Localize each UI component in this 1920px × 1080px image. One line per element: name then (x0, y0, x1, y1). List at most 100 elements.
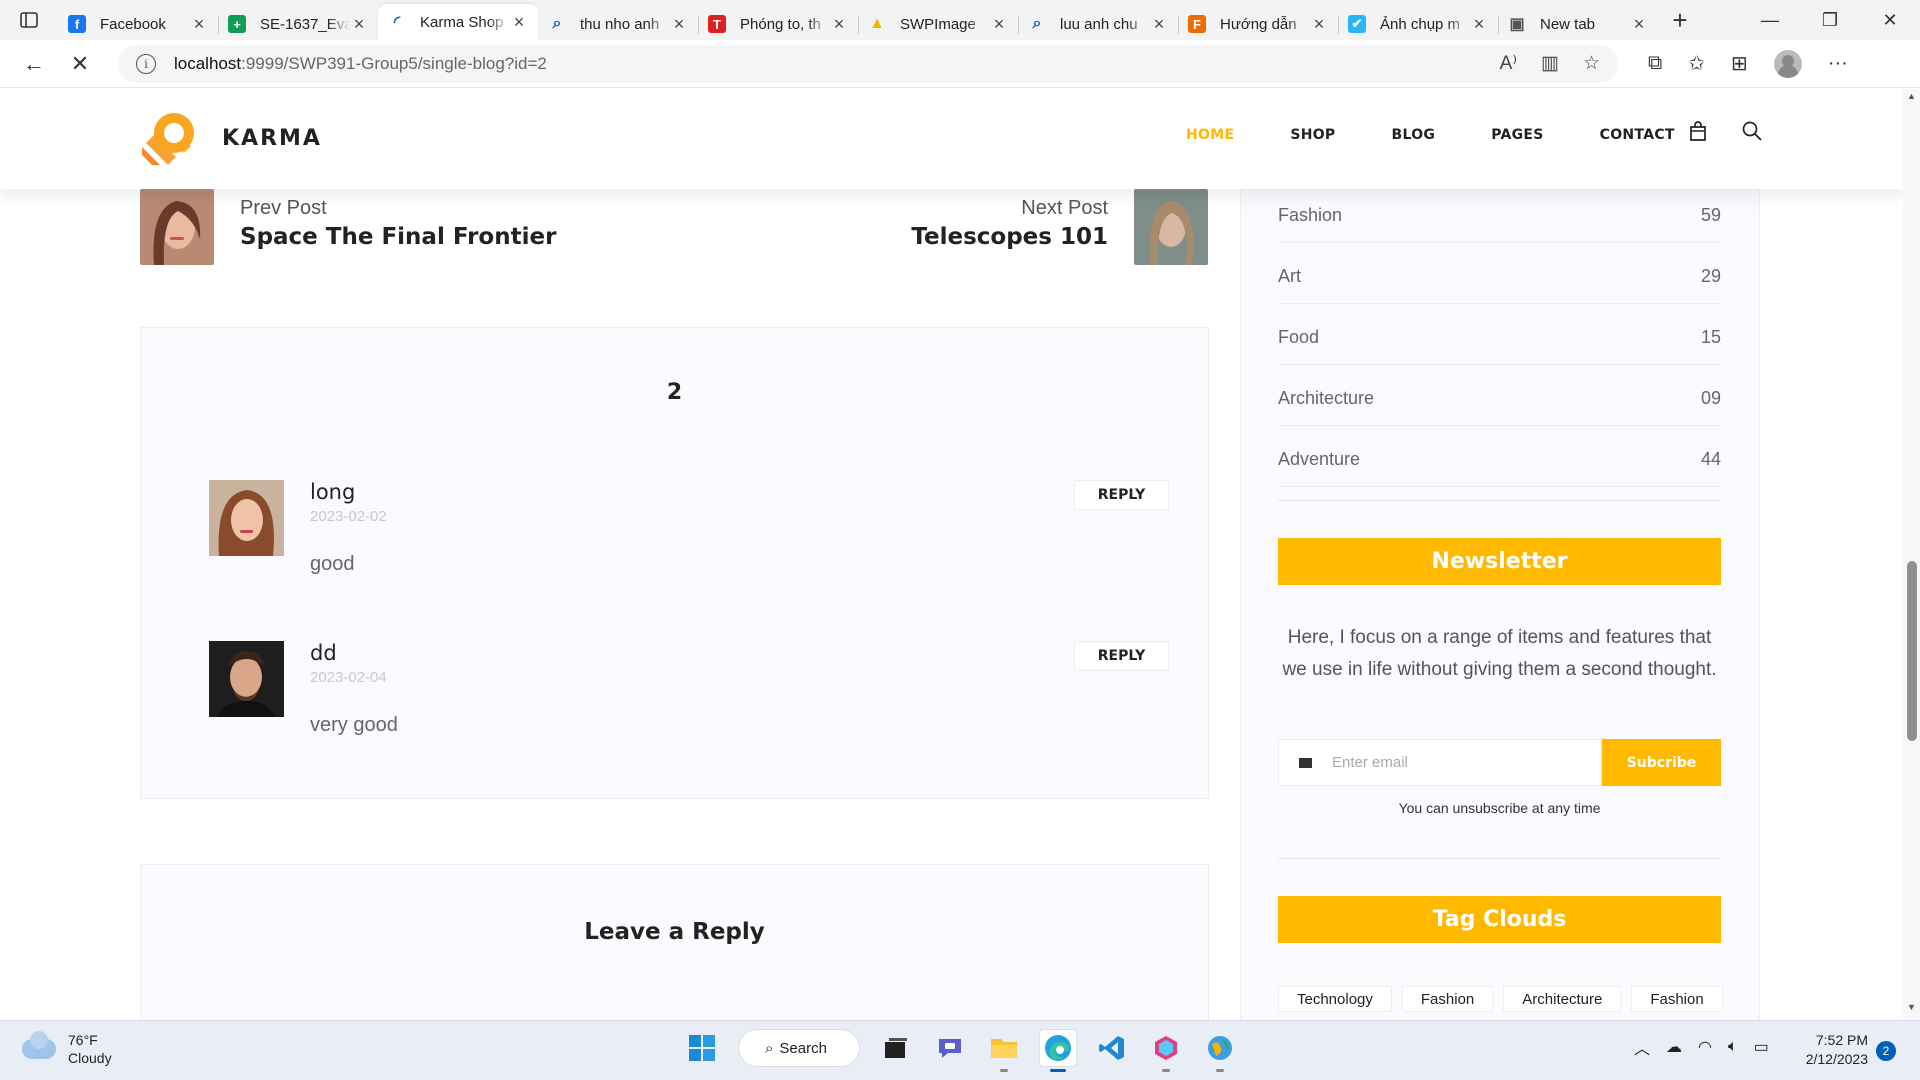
sidebar-divider (1278, 858, 1721, 859)
tag-link[interactable]: Fashion (1631, 986, 1723, 1012)
commenter-avatar (209, 480, 284, 556)
edge-browser-icon[interactable] (1040, 1030, 1076, 1072)
nav-pages[interactable]: PAGES (1491, 127, 1543, 143)
nav-shop[interactable]: SHOP (1290, 127, 1335, 143)
tag-clouds-title: Tag Clouds (1278, 896, 1721, 943)
url-path: :9999/SWP391-Group5/single-blog?id=2 (241, 53, 547, 73)
tag-link[interactable]: Fashion (1401, 986, 1494, 1012)
back-arrow-icon[interactable]: ← (12, 44, 56, 84)
profile-avatar[interactable] (1773, 49, 1802, 78)
nav-home[interactable]: HOME (1186, 127, 1234, 143)
wifi-icon[interactable]: ◠ (1698, 1037, 1712, 1057)
category-row[interactable]: Architecture 09 (1278, 376, 1721, 426)
scroll-up-icon[interactable]: ▲ (1903, 91, 1920, 107)
close-icon[interactable]: × (1310, 14, 1328, 35)
newsletter-form: Subcribe (1278, 739, 1721, 786)
browser-tab[interactable]: ⌕ luu anh chu × (1018, 8, 1178, 40)
browser-tab[interactable]: ⌕ thu nho anh × (538, 8, 698, 40)
weather-widget[interactable]: 76°F Cloudy (22, 1031, 112, 1067)
browser-tab[interactable]: T Phóng to, th × (698, 8, 858, 40)
search-icon: ⌕ (1032, 15, 1042, 32)
volume-icon[interactable]: 🔈︎ (1728, 1038, 1738, 1056)
close-icon[interactable]: × (190, 14, 208, 35)
prev-post-thumbnail[interactable] (140, 189, 214, 265)
close-icon[interactable]: × (510, 12, 528, 33)
category-row[interactable]: Food 15 (1278, 315, 1721, 365)
tab-actions-icon[interactable] (0, 0, 58, 40)
more-options-icon[interactable]: ··· (1828, 52, 1848, 75)
scroll-down-icon[interactable]: ▼ (1903, 1002, 1920, 1018)
category-row[interactable]: Fashion 59 (1278, 193, 1721, 243)
category-count: 15 (1700, 327, 1721, 347)
site-info-icon[interactable]: i (136, 53, 156, 74)
windows-taskbar: 76°F Cloudy ⌕ Search ︿ ☁ ◠ 🔈︎ ▭ 7:52 PM (0, 1020, 1920, 1080)
stop-loading-icon[interactable]: ✕ (58, 44, 102, 84)
close-icon[interactable]: × (350, 14, 368, 35)
close-icon[interactable]: × (830, 14, 848, 35)
app-globe-icon[interactable] (1202, 1030, 1238, 1072)
onedrive-cloud-icon[interactable]: ☁ (1666, 1037, 1682, 1057)
subscribe-button[interactable]: Subcribe (1602, 739, 1721, 786)
task-view-icon[interactable] (878, 1030, 914, 1066)
weather-temperature: 76°F (68, 1032, 98, 1048)
browser-tab[interactable]: ◜ Karma Shop × (378, 4, 538, 40)
browser-tab[interactable]: + SE-1637_Eva × (218, 8, 378, 40)
nav-blog[interactable]: BLOG (1392, 127, 1436, 143)
next-post-title[interactable]: Telescopes 101 (911, 224, 1108, 250)
tag-link[interactable]: Technology (1278, 986, 1392, 1012)
close-window-icon[interactable]: ✕ (1860, 0, 1920, 40)
restore-icon[interactable]: ❐ (1800, 0, 1860, 40)
close-icon[interactable]: × (990, 14, 1008, 35)
scrollbar-thumb[interactable] (1907, 561, 1917, 741)
windows-start-icon[interactable] (684, 1030, 720, 1066)
browser-tab[interactable]: ▣ New tab × (1498, 8, 1658, 40)
minimize-icon[interactable]: — (1740, 0, 1800, 40)
immersive-reader-icon[interactable]: ▥ (1541, 52, 1559, 75)
site-logo[interactable]: KARMA (138, 107, 322, 169)
reply-button[interactable]: REPLY (1074, 641, 1169, 671)
browser-tab-title: thu nho anh (580, 15, 660, 33)
system-clock[interactable]: 7:52 PM 2/12/2023 (1796, 1031, 1868, 1069)
prev-post-title[interactable]: Space The Final Frontier (240, 224, 556, 250)
category-count: 29 (1700, 266, 1721, 286)
collections-icon[interactable]: ⊞ (1731, 51, 1748, 76)
favorites-icon[interactable]: ✩ (1688, 51, 1705, 76)
shopping-bag-icon[interactable] (1686, 119, 1710, 143)
page-scrollbar[interactable]: ▲ ▼ (1903, 89, 1920, 1020)
add-favorite-icon[interactable]: ☆ (1583, 52, 1600, 75)
close-icon[interactable]: × (1630, 14, 1648, 35)
notification-badge[interactable]: 2 (1876, 1041, 1896, 1061)
close-icon[interactable]: × (1150, 14, 1168, 35)
browser-tab[interactable]: F Hướng dẫn × (1178, 8, 1338, 40)
new-tab-button[interactable]: + (1658, 0, 1702, 40)
close-icon[interactable]: × (1470, 14, 1488, 35)
vscode-icon[interactable] (1094, 1030, 1130, 1066)
newsletter-email-input[interactable] (1332, 754, 1532, 771)
chevron-up-icon[interactable]: ︿ (1634, 1035, 1650, 1059)
close-icon[interactable]: × (670, 14, 688, 35)
nav-contact[interactable]: CONTACT (1600, 127, 1675, 143)
file-explorer-icon[interactable] (986, 1030, 1022, 1072)
reply-form-section: Leave a Reply (140, 864, 1209, 1020)
battery-icon[interactable]: ▭ (1754, 1037, 1769, 1057)
browser-tab[interactable]: ▲ SWPImage × (858, 8, 1018, 40)
next-post-thumbnail[interactable] (1134, 189, 1208, 265)
read-aloud-icon[interactable]: A⁾ (1500, 52, 1517, 75)
taskbar-search[interactable]: ⌕ Search (738, 1029, 860, 1067)
reply-button[interactable]: REPLY (1074, 480, 1169, 510)
tag-link[interactable]: Architecture (1503, 986, 1622, 1012)
category-row[interactable]: Art 29 (1278, 254, 1721, 304)
taskbar-search-label: Search (779, 1039, 827, 1057)
browser-tab[interactable]: f Facebook × (58, 8, 218, 40)
next-post-label: Next Post (1021, 197, 1108, 219)
app-hex-icon[interactable] (1148, 1030, 1184, 1072)
extensions-icon[interactable]: ⧉ (1648, 52, 1662, 75)
search-icon[interactable] (1740, 119, 1764, 143)
clock-time: 7:52 PM (1815, 1032, 1868, 1048)
facebook-icon: f (68, 15, 86, 33)
address-bar[interactable]: i localhost:9999/SWP391-Group5/single-bl… (118, 44, 1618, 83)
teams-chat-icon[interactable] (932, 1030, 968, 1066)
category-row[interactable]: Adventure 44 (1278, 437, 1721, 487)
browser-tab[interactable]: ✔ Ảnh chụp m × (1338, 8, 1498, 40)
search-icon: ⌕ (552, 15, 562, 32)
